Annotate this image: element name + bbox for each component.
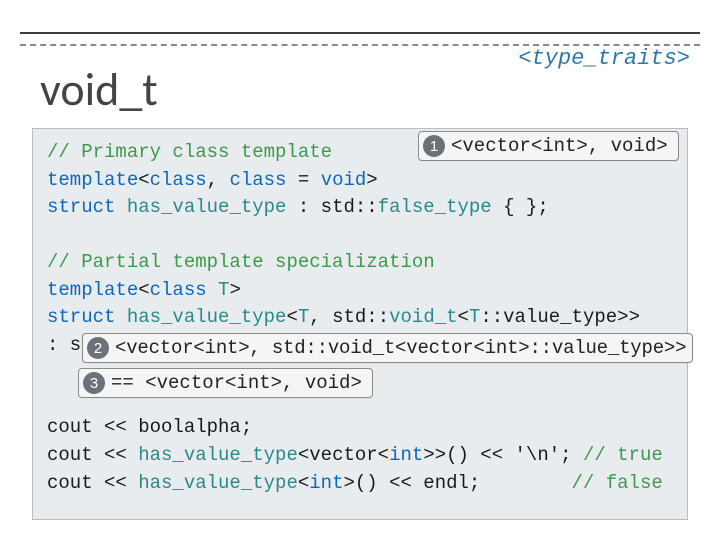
code-text: , [207,169,230,191]
code-text: cout << [47,444,138,466]
code-block: // Primary class template template<class… [32,128,688,520]
callout-1-number: 1 [423,135,445,157]
code-text: = [286,169,320,191]
divider-top-dark [20,32,700,34]
code-comment: // Partial template specialization [47,251,435,273]
code-text: <vector< [298,444,389,466]
code-typename: has_value_type [127,196,287,218]
code-kw: void [321,169,367,191]
code-text: : std:: [286,196,377,218]
code-text: cout << [47,472,138,494]
code-text: < [458,306,469,328]
code-typename: T [298,306,309,328]
code-typename: T [218,279,229,301]
code-typename: false_type [378,196,492,218]
code-text: >() << endl; [343,472,571,494]
callout-1: 1 <vector<int>, void> [418,131,679,161]
code-text: >>() << [423,444,514,466]
code-typename: has_value_type [138,472,298,494]
code-text [115,196,126,218]
header-include-tag: <type_traits> [518,46,690,71]
callout-2-number: 2 [87,337,109,359]
callout-2: 2 <vector<int>, std::void_t<vector<int>:… [82,333,693,363]
code-text: , std:: [309,306,389,328]
code-text: < [138,169,149,191]
code-comment: // false [572,472,663,494]
code-text: < [286,306,297,328]
code-kw: int [309,472,343,494]
code-comment: // Primary class template [47,141,332,163]
callout-3-text: == <vector<int>, void> [111,372,362,394]
code-kw: template [47,169,138,191]
code-text: < [298,472,309,494]
callout-3-number: 3 [83,372,105,394]
code-kw: struct [47,196,115,218]
code-text: cout << boolalpha; [47,416,252,438]
code-typename: has_value_type [127,306,287,328]
code-text: > [366,169,377,191]
code-text: > [229,279,240,301]
code-text: ::value_type>> [480,306,640,328]
code-text: ; [560,444,583,466]
code-typename: has_value_type [138,444,298,466]
callout-3: 3 == <vector<int>, void> [78,368,373,398]
callout-1-text: <vector<int>, void> [451,135,668,157]
code-text: { }; [492,196,549,218]
code-typename: T [469,306,480,328]
slide: <type_traits> void_t // Primary class te… [0,0,720,540]
code-comment: // true [583,444,663,466]
code-text: < [138,279,149,301]
code-kw: class [150,279,207,301]
code-kw: int [389,444,423,466]
code-kw: template [47,279,138,301]
code-kw: struct [47,306,115,328]
code-kw: class [229,169,286,191]
callout-2-text: <vector<int>, std::void_t<vector<int>::v… [115,337,686,359]
code-text: '\n' [515,444,561,466]
code-typename: void_t [389,306,457,328]
code-text [207,279,218,301]
code-kw: class [150,169,207,191]
code-text [115,306,126,328]
page-title: void_t [40,62,158,118]
